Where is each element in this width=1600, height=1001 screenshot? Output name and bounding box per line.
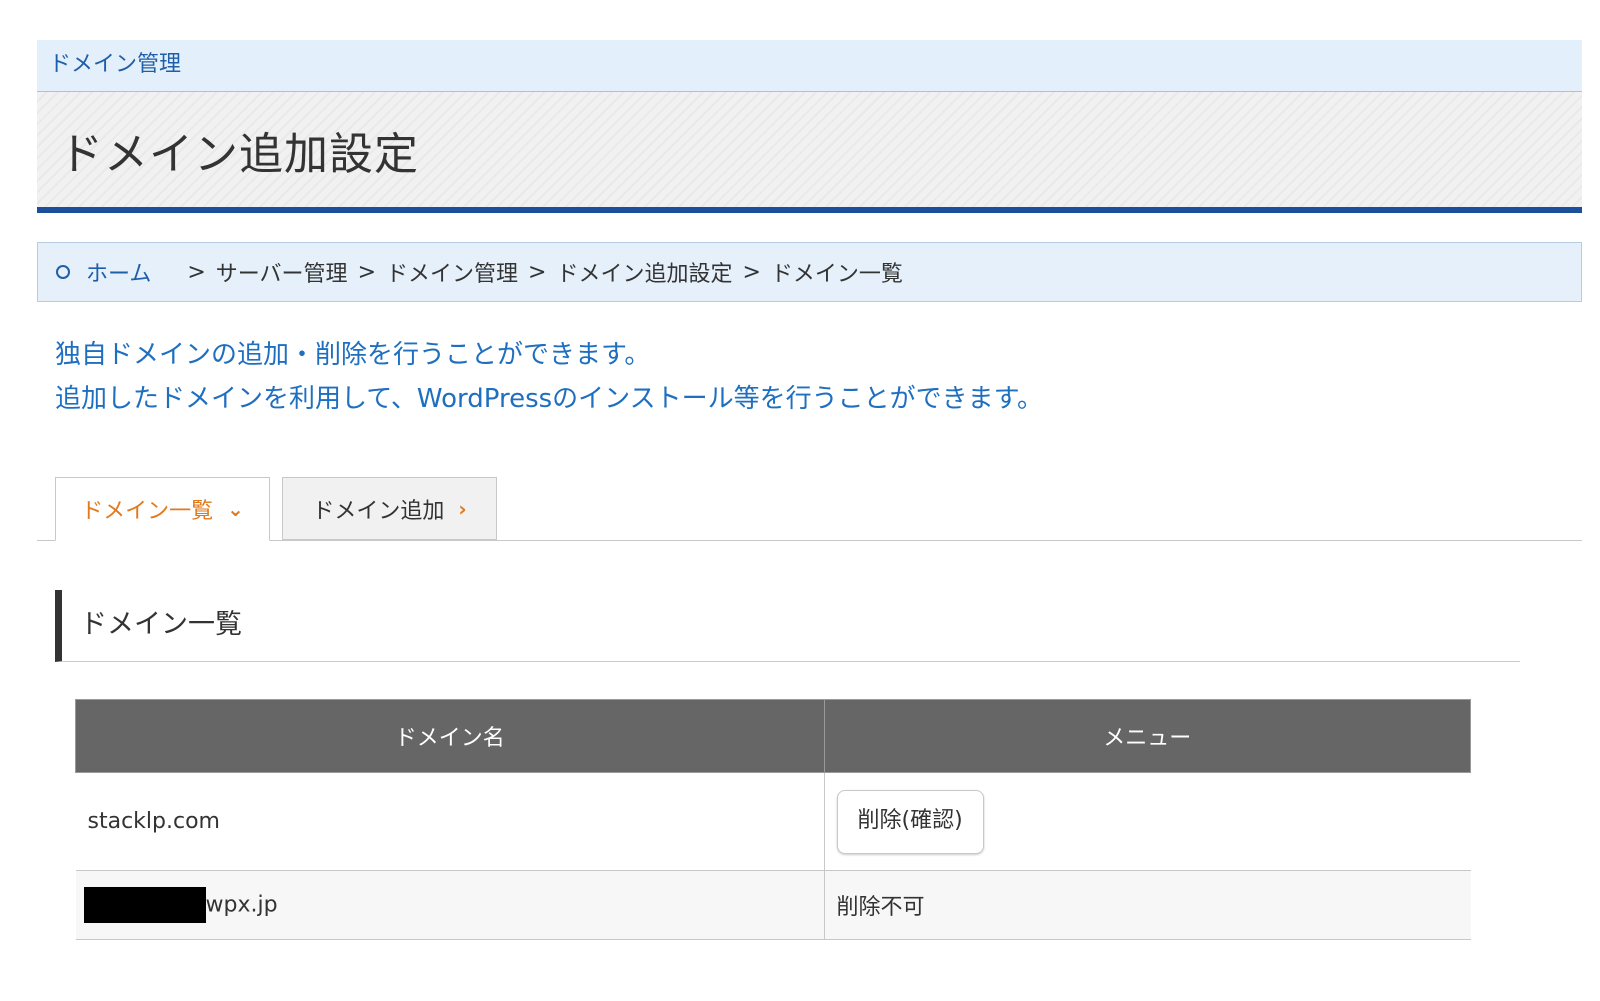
domain-cell: stacklp.com (75, 772, 825, 871)
tab-label: ドメイン一覧 (81, 499, 214, 524)
tab-domain-add[interactable]: ドメイン追加 › (282, 477, 497, 540)
breadcrumb-home-link[interactable]: ホーム (86, 256, 151, 288)
section-label: ドメイン管理 (37, 40, 1582, 92)
title-band: ドメイン追加設定 (37, 92, 1582, 213)
tab-label: ドメイン追加 (312, 498, 445, 524)
table-row: wpx.jp 削除不可 (75, 870, 1471, 940)
intro-line-1: 独自ドメインの追加・削除を行うことができます。 (55, 340, 651, 370)
redacted-block (83, 887, 206, 923)
domain-suffix: wpx.jp (205, 892, 278, 918)
tab-domain-list[interactable]: ドメイン一覧 ⌄ (55, 477, 270, 541)
breadcrumb-item-domain-list: ドメイン一覧 (770, 262, 903, 287)
breadcrumb-item-domain-management: ドメイン管理 (386, 262, 519, 287)
table-row: stacklp.com 削除(確認) (75, 772, 1471, 871)
circle-icon (56, 265, 70, 279)
breadcrumb-separator: > (187, 259, 206, 285)
intro-text: 独自ドメインの追加・削除を行うことができます。 追加したドメインを利用して、Wo… (55, 333, 1043, 421)
breadcrumb-separator: > (742, 259, 761, 285)
breadcrumb-separator: > (357, 259, 376, 285)
delete-confirm-button[interactable]: 削除(確認) (836, 789, 984, 854)
breadcrumb-separator: > (528, 259, 547, 285)
column-header-domain: ドメイン名 (75, 699, 825, 773)
menu-cell: 削除不可 (824, 870, 1471, 940)
breadcrumb-item-server: サーバー管理 (215, 262, 348, 287)
intro-line-2: 追加したドメインを利用して、WordPressのインストール等を行うことができま… (55, 384, 1044, 414)
breadcrumb: ホーム > サーバー管理 > ドメイン管理 > ドメイン追加設定 > ドメイン一… (37, 242, 1582, 302)
chevron-down-icon: ⌄ (227, 497, 244, 521)
column-header-menu: メニュー (823, 699, 1471, 773)
domain-cell: wpx.jp (75, 870, 825, 940)
page-title: ドメイン追加設定 (59, 129, 419, 180)
menu-cell: 削除(確認) (824, 772, 1471, 871)
domain-table: ドメイン名 メニュー stacklp.com 削除(確認) wpx.jp 削除不… (75, 699, 1471, 940)
tab-bar: ドメイン一覧 ⌄ ドメイン追加 › (37, 477, 1582, 541)
breadcrumb-item-domain-add-settings: ドメイン追加設定 (556, 262, 733, 287)
chevron-right-icon: › (458, 496, 467, 521)
section-heading: ドメイン一覧 (55, 590, 1520, 662)
